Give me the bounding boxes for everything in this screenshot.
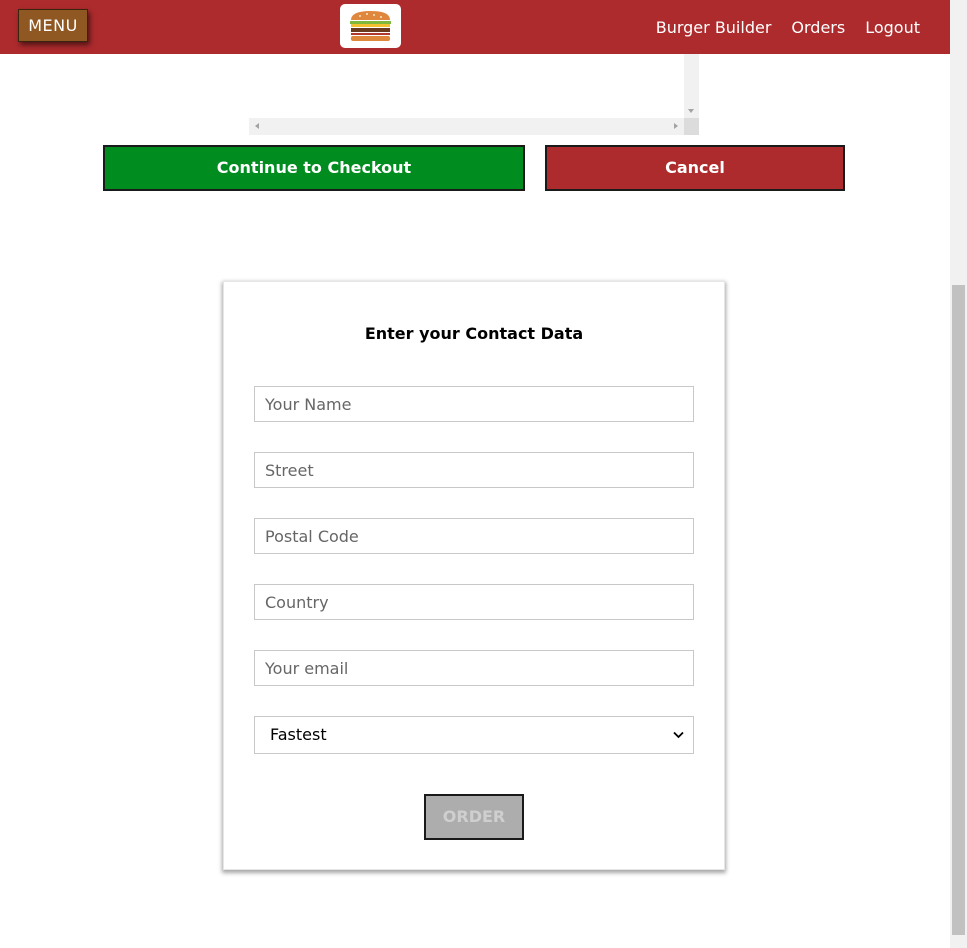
- order-button[interactable]: ORDER: [424, 794, 524, 840]
- burger-logo-icon[interactable]: [340, 4, 401, 48]
- scroll-left-arrow-icon[interactable]: [255, 123, 259, 129]
- page-scrollbar-thumb[interactable]: [952, 285, 965, 935]
- continue-to-checkout-button[interactable]: Continue to Checkout: [103, 145, 525, 191]
- name-input[interactable]: [254, 386, 694, 422]
- toolbar: MENU Burger Builder Orders Logout: [0, 0, 950, 54]
- chevron-down-icon: [673, 731, 684, 739]
- preview-vertical-scrollbar[interactable]: [684, 54, 699, 118]
- main-nav: Burger Builder Orders Logout: [636, 0, 920, 54]
- street-input[interactable]: [254, 452, 694, 488]
- menu-button[interactable]: MENU: [18, 9, 88, 42]
- scrollbar-corner: [684, 118, 699, 135]
- page-scrollbar[interactable]: [950, 0, 967, 948]
- scroll-down-arrow-icon[interactable]: [688, 109, 694, 113]
- postal-code-input[interactable]: [254, 518, 694, 554]
- nav-item-orders[interactable]: Orders: [791, 18, 845, 37]
- burger-preview-scroll-area[interactable]: [249, 54, 699, 135]
- cancel-button[interactable]: Cancel: [545, 145, 845, 191]
- contact-data-card: Enter your Contact Data Fastest ORDER: [223, 281, 725, 870]
- nav-item-logout[interactable]: Logout: [865, 18, 920, 37]
- delivery-method-value: Fastest: [270, 725, 327, 744]
- preview-horizontal-scrollbar[interactable]: [249, 118, 684, 135]
- contact-data-title: Enter your Contact Data: [364, 324, 584, 343]
- email-input[interactable]: [254, 650, 694, 686]
- nav-item-burger-builder[interactable]: Burger Builder: [656, 18, 772, 37]
- country-input[interactable]: [254, 584, 694, 620]
- delivery-method-select[interactable]: Fastest: [254, 716, 694, 754]
- scroll-right-arrow-icon[interactable]: [674, 123, 678, 129]
